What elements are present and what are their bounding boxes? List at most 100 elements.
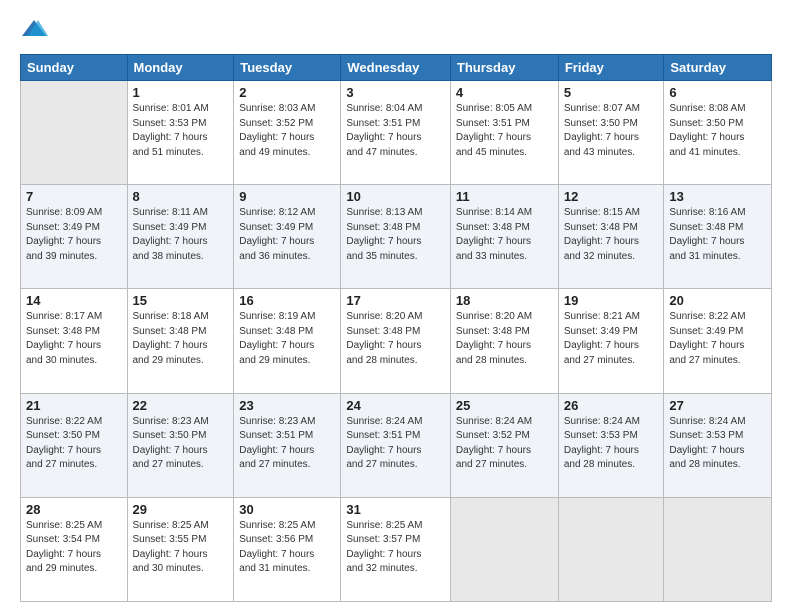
day-info: Sunrise: 8:25 AMSunset: 3:57 PMDaylight:… xyxy=(346,519,445,577)
calendar-cell xyxy=(558,497,664,601)
day-info: Sunrise: 8:19 AMSunset: 3:48 PMDaylight:… xyxy=(239,310,335,368)
header xyxy=(20,16,772,44)
day-info: Sunrise: 8:03 AMSunset: 3:52 PMDaylight:… xyxy=(239,102,335,160)
day-info: Sunrise: 8:23 AMSunset: 3:51 PMDaylight:… xyxy=(239,415,335,473)
calendar-cell: 29 Sunrise: 8:25 AMSunset: 3:55 PMDayligh… xyxy=(127,497,234,601)
week-row-2: 7 Sunrise: 8:09 AMSunset: 3:49 PMDaylight… xyxy=(21,185,772,289)
calendar-cell: 31 Sunrise: 8:25 AMSunset: 3:57 PMDayligh… xyxy=(341,497,451,601)
calendar-cell: 7 Sunrise: 8:09 AMSunset: 3:49 PMDaylight… xyxy=(21,185,128,289)
day-number: 27 xyxy=(669,398,766,413)
day-number: 30 xyxy=(239,502,335,517)
weekday-header-row: SundayMondayTuesdayWednesdayThursdayFrid… xyxy=(21,55,772,81)
calendar-cell: 15 Sunrise: 8:18 AMSunset: 3:48 PMDayligh… xyxy=(127,289,234,393)
day-info: Sunrise: 8:25 AMSunset: 3:54 PMDaylight:… xyxy=(26,519,122,577)
day-info: Sunrise: 8:14 AMSunset: 3:48 PMDaylight:… xyxy=(456,206,553,264)
day-number: 7 xyxy=(26,189,122,204)
day-info: Sunrise: 8:12 AMSunset: 3:49 PMDaylight:… xyxy=(239,206,335,264)
day-info: Sunrise: 8:13 AMSunset: 3:48 PMDaylight:… xyxy=(346,206,445,264)
weekday-header-tuesday: Tuesday xyxy=(234,55,341,81)
day-number: 19 xyxy=(564,293,659,308)
calendar-cell: 5Sunrise: 8:07 AMSunset: 3:50 PMDaylight… xyxy=(558,81,664,185)
calendar-header: SundayMondayTuesdayWednesdayThursdayFrid… xyxy=(21,55,772,81)
calendar-cell: 27 Sunrise: 8:24 AMSunset: 3:53 PMDayligh… xyxy=(664,393,772,497)
calendar-cell: 25 Sunrise: 8:24 AMSunset: 3:52 PMDayligh… xyxy=(450,393,558,497)
calendar-cell: 6Sunrise: 8:08 AMSunset: 3:50 PMDaylight… xyxy=(664,81,772,185)
logo xyxy=(20,16,52,44)
logo-icon xyxy=(20,16,48,44)
day-info: Sunrise: 8:24 AMSunset: 3:53 PMDaylight:… xyxy=(564,415,659,473)
day-number: 8 xyxy=(133,189,229,204)
day-number: 14 xyxy=(26,293,122,308)
day-number: 6 xyxy=(669,85,766,100)
day-number: 10 xyxy=(346,189,445,204)
calendar-cell: 1 Sunrise: 8:01 AMSunset: 3:53 PMDaylight… xyxy=(127,81,234,185)
weekday-header-monday: Monday xyxy=(127,55,234,81)
day-number: 16 xyxy=(239,293,335,308)
day-number: 2 xyxy=(239,85,335,100)
calendar-cell: 10 Sunrise: 8:13 AMSunset: 3:48 PMDayligh… xyxy=(341,185,451,289)
day-info: Sunrise: 8:04 AMSunset: 3:51 PMDaylight:… xyxy=(346,102,445,160)
calendar-cell: 28 Sunrise: 8:25 AMSunset: 3:54 PMDayligh… xyxy=(21,497,128,601)
day-info: Sunrise: 8:24 AMSunset: 3:53 PMDaylight:… xyxy=(669,415,766,473)
calendar-cell: 19Sunrise: 8:21 AMSunset: 3:49 PMDayligh… xyxy=(558,289,664,393)
day-info: Sunrise: 8:25 AMSunset: 3:55 PMDaylight:… xyxy=(133,519,229,577)
day-info: Sunrise: 8:20 AMSunset: 3:48 PMDaylight:… xyxy=(346,310,445,368)
calendar-cell: 13 Sunrise: 8:16 AMSunset: 3:48 PMDayligh… xyxy=(664,185,772,289)
calendar-cell: 24 Sunrise: 8:24 AMSunset: 3:51 PMDayligh… xyxy=(341,393,451,497)
day-number: 29 xyxy=(133,502,229,517)
calendar-cell: 4Sunrise: 8:05 AMSunset: 3:51 PMDaylight… xyxy=(450,81,558,185)
calendar-cell xyxy=(450,497,558,601)
day-number: 24 xyxy=(346,398,445,413)
day-info: Sunrise: 8:22 AMSunset: 3:49 PMDaylight:… xyxy=(669,310,766,368)
day-number: 13 xyxy=(669,189,766,204)
day-info: Sunrise: 8:24 AMSunset: 3:51 PMDaylight:… xyxy=(346,415,445,473)
calendar-cell xyxy=(664,497,772,601)
week-row-5: 28 Sunrise: 8:25 AMSunset: 3:54 PMDayligh… xyxy=(21,497,772,601)
calendar-cell: 2 Sunrise: 8:03 AMSunset: 3:52 PMDaylight… xyxy=(234,81,341,185)
calendar-cell: 20 Sunrise: 8:22 AMSunset: 3:49 PMDayligh… xyxy=(664,289,772,393)
calendar-cell: 18 Sunrise: 8:20 AMSunset: 3:48 PMDayligh… xyxy=(450,289,558,393)
day-info: Sunrise: 8:01 AMSunset: 3:53 PMDaylight:… xyxy=(133,102,229,160)
calendar-cell xyxy=(21,81,128,185)
day-info: Sunrise: 8:16 AMSunset: 3:48 PMDaylight:… xyxy=(669,206,766,264)
day-info: Sunrise: 8:15 AMSunset: 3:48 PMDaylight:… xyxy=(564,206,659,264)
day-number: 20 xyxy=(669,293,766,308)
weekday-header-wednesday: Wednesday xyxy=(341,55,451,81)
day-number: 9 xyxy=(239,189,335,204)
day-number: 25 xyxy=(456,398,553,413)
weekday-header-friday: Friday xyxy=(558,55,664,81)
page: SundayMondayTuesdayWednesdayThursdayFrid… xyxy=(0,0,792,612)
calendar-cell: 3Sunrise: 8:04 AMSunset: 3:51 PMDaylight… xyxy=(341,81,451,185)
week-row-1: 1 Sunrise: 8:01 AMSunset: 3:53 PMDaylight… xyxy=(21,81,772,185)
calendar-cell: 8Sunrise: 8:11 AMSunset: 3:49 PMDaylight… xyxy=(127,185,234,289)
calendar-cell: 30 Sunrise: 8:25 AMSunset: 3:56 PMDayligh… xyxy=(234,497,341,601)
day-info: Sunrise: 8:18 AMSunset: 3:48 PMDaylight:… xyxy=(133,310,229,368)
calendar-cell: 16 Sunrise: 8:19 AMSunset: 3:48 PMDayligh… xyxy=(234,289,341,393)
day-info: Sunrise: 8:09 AMSunset: 3:49 PMDaylight:… xyxy=(26,206,122,264)
calendar-cell: 22Sunrise: 8:23 AMSunset: 3:50 PMDayligh… xyxy=(127,393,234,497)
day-number: 31 xyxy=(346,502,445,517)
week-row-4: 21Sunrise: 8:22 AMSunset: 3:50 PMDayligh… xyxy=(21,393,772,497)
day-number: 23 xyxy=(239,398,335,413)
day-info: Sunrise: 8:20 AMSunset: 3:48 PMDaylight:… xyxy=(456,310,553,368)
calendar-cell: 9 Sunrise: 8:12 AMSunset: 3:49 PMDaylight… xyxy=(234,185,341,289)
day-number: 15 xyxy=(133,293,229,308)
weekday-header-thursday: Thursday xyxy=(450,55,558,81)
week-row-3: 14Sunrise: 8:17 AMSunset: 3:48 PMDayligh… xyxy=(21,289,772,393)
day-number: 1 xyxy=(133,85,229,100)
day-info: Sunrise: 8:22 AMSunset: 3:50 PMDaylight:… xyxy=(26,415,122,473)
calendar-cell: 17 Sunrise: 8:20 AMSunset: 3:48 PMDayligh… xyxy=(341,289,451,393)
day-number: 12 xyxy=(564,189,659,204)
day-info: Sunrise: 8:25 AMSunset: 3:56 PMDaylight:… xyxy=(239,519,335,577)
weekday-header-sunday: Sunday xyxy=(21,55,128,81)
calendar-cell: 23 Sunrise: 8:23 AMSunset: 3:51 PMDayligh… xyxy=(234,393,341,497)
day-number: 4 xyxy=(456,85,553,100)
day-number: 18 xyxy=(456,293,553,308)
day-info: Sunrise: 8:23 AMSunset: 3:50 PMDaylight:… xyxy=(133,415,229,473)
calendar-cell: 14Sunrise: 8:17 AMSunset: 3:48 PMDayligh… xyxy=(21,289,128,393)
calendar-body: 1 Sunrise: 8:01 AMSunset: 3:53 PMDaylight… xyxy=(21,81,772,602)
calendar-cell: 12 Sunrise: 8:15 AMSunset: 3:48 PMDayligh… xyxy=(558,185,664,289)
day-number: 28 xyxy=(26,502,122,517)
day-number: 17 xyxy=(346,293,445,308)
day-info: Sunrise: 8:24 AMSunset: 3:52 PMDaylight:… xyxy=(456,415,553,473)
